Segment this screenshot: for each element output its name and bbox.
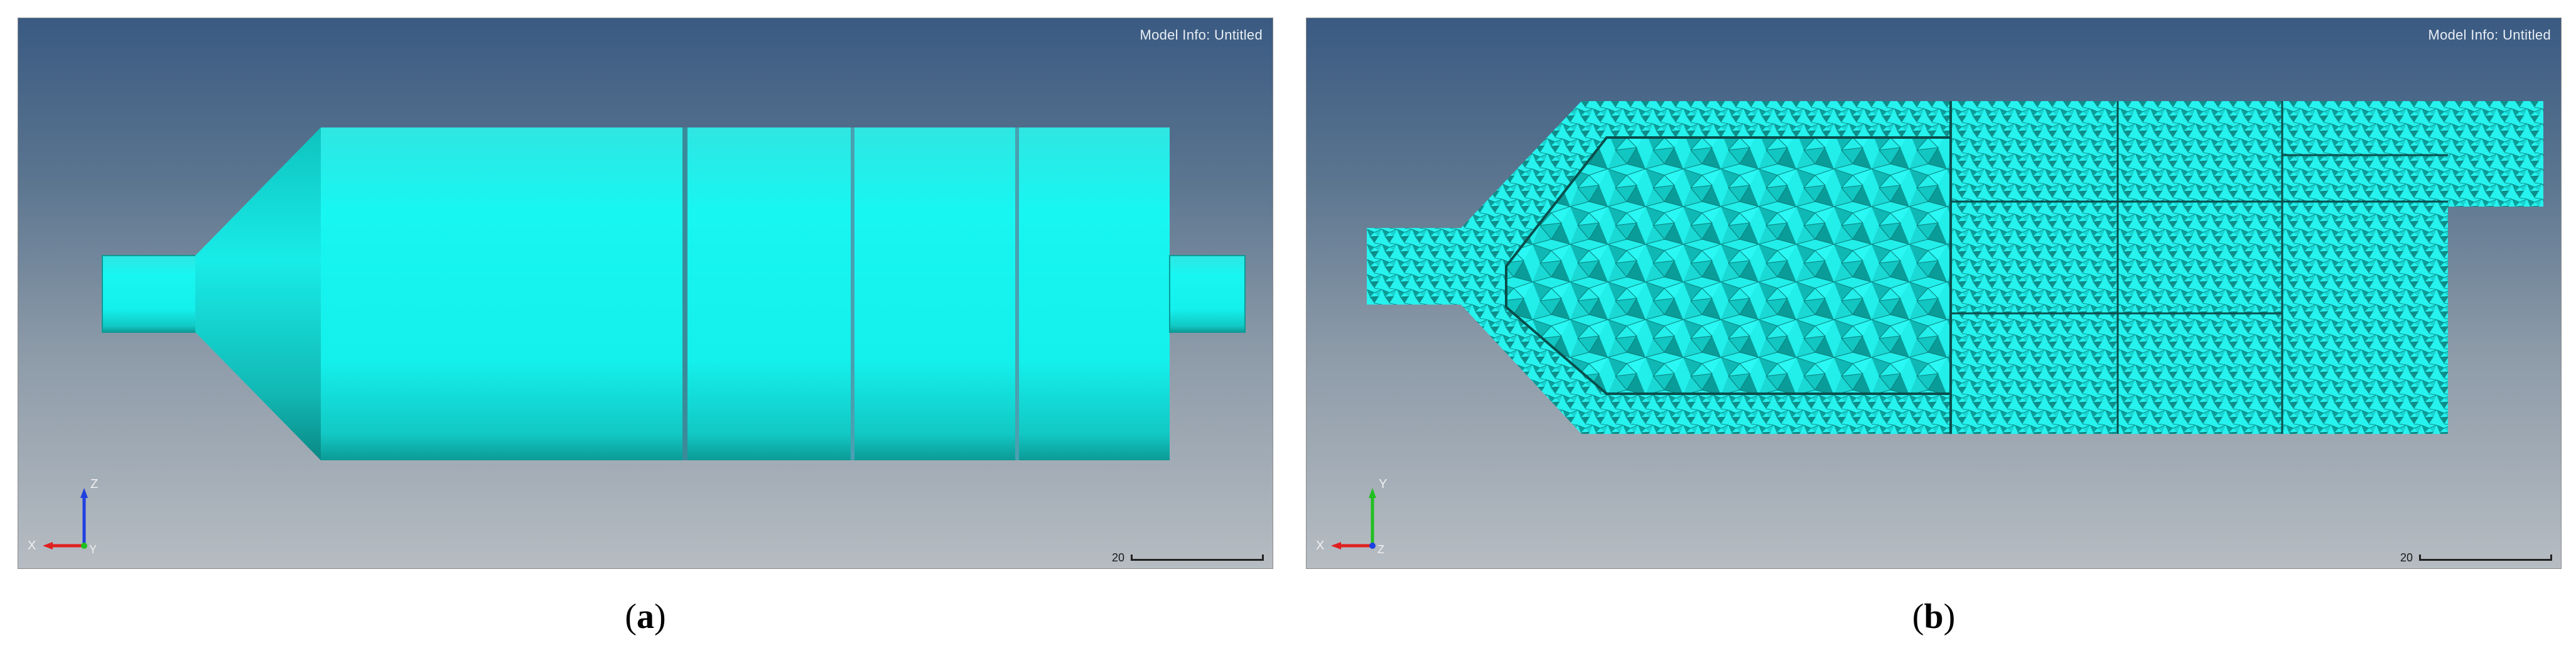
caption-letter: a bbox=[637, 597, 654, 636]
inlet-cone bbox=[195, 127, 321, 460]
triad-label-x: X bbox=[1316, 539, 1324, 553]
inlet-pipe bbox=[102, 255, 197, 333]
mesh-inlet bbox=[1367, 228, 1461, 305]
solid-model: Z X Y bbox=[28, 127, 1246, 556]
caption-b: (b) bbox=[1912, 597, 1956, 636]
viewport-b[interactable]: Model Info: Untitled Y X Z 20 bbox=[1306, 18, 2562, 569]
axis-triad: Z X Y bbox=[28, 477, 98, 556]
scale-bar bbox=[2419, 555, 2552, 561]
mesh-model: Y X Z bbox=[1316, 101, 2543, 556]
viewport-a[interactable]: Model Info: Untitled Z X Y 20 bbox=[18, 18, 1273, 569]
mesh-outlet bbox=[2448, 111, 2543, 207]
section-gap-3 bbox=[1015, 127, 1019, 460]
triad-label-y: Y bbox=[1379, 477, 1387, 491]
caption-letter: b bbox=[1924, 597, 1944, 636]
caption-a: (a) bbox=[625, 597, 666, 636]
main-body bbox=[321, 127, 1170, 460]
triad-label-z: Z bbox=[1377, 543, 1384, 556]
outlet-pipe bbox=[1169, 255, 1246, 333]
section-gap-2 bbox=[851, 127, 854, 460]
scale-bar bbox=[1131, 555, 1264, 561]
scale-label: 20 bbox=[1111, 551, 1124, 564]
section-gap-1 bbox=[682, 127, 687, 460]
axis-triad: Y X Z bbox=[1316, 477, 1387, 556]
triad-label-y: Y bbox=[89, 543, 97, 556]
triad-label-x: X bbox=[28, 539, 36, 553]
triad-label-z: Z bbox=[90, 477, 98, 491]
scale-label: 20 bbox=[2400, 551, 2413, 564]
